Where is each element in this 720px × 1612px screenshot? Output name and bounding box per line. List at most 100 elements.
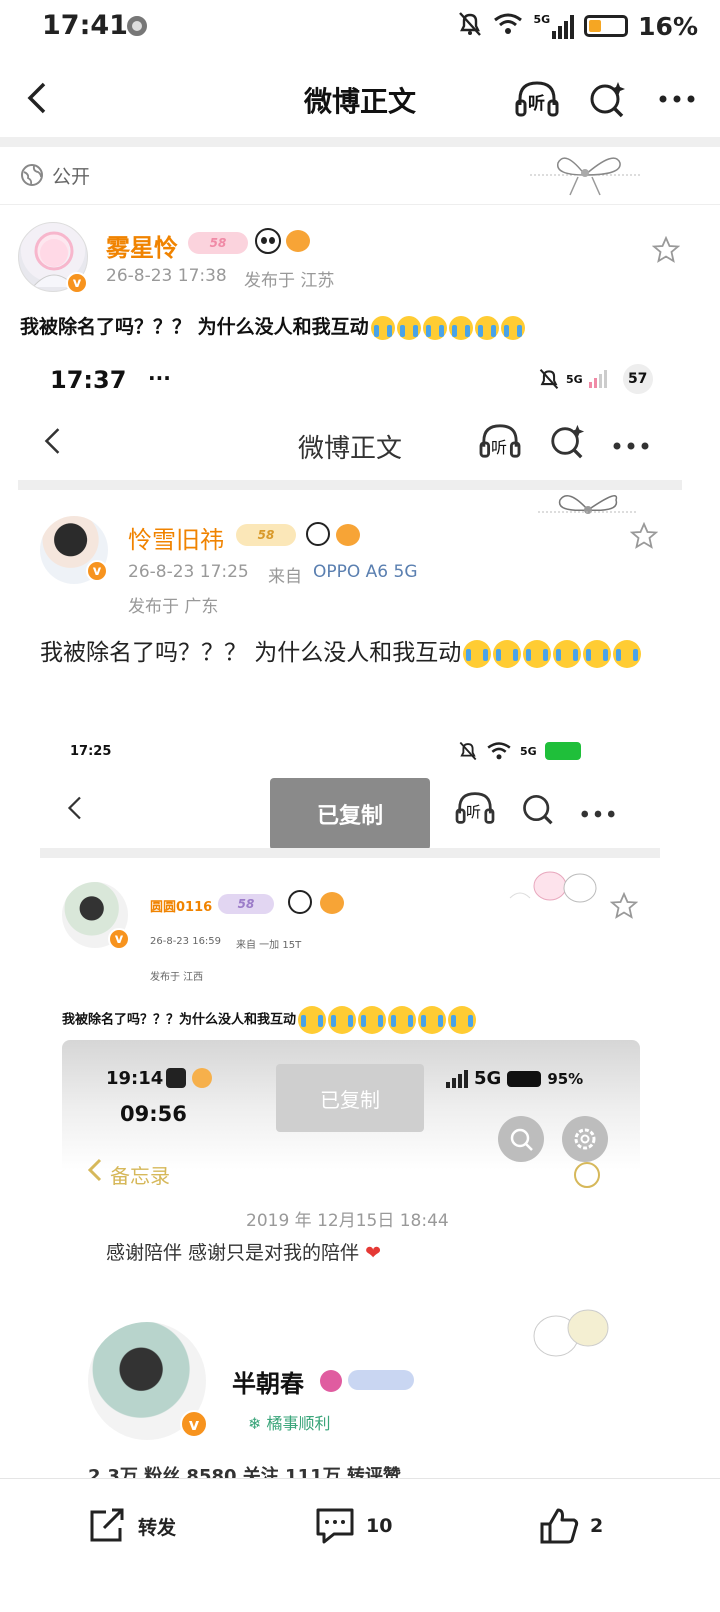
status-bar: 17:41 5G 16% (0, 0, 720, 56)
nested3-back-label: 备忘录 (110, 1164, 170, 1188)
nested2-network: 5G (520, 744, 537, 758)
nested2-time: 17:25 (70, 744, 112, 759)
repost-label: 转发 (138, 1516, 177, 1539)
nested3-overlay-buttons (498, 1116, 608, 1162)
nested2-sticker-icon (500, 858, 620, 914)
nested2-listen-label: 听 (466, 803, 482, 821)
nested-source-prefix: 来自 (268, 567, 302, 587)
crying-emoji-icon (523, 639, 552, 668)
music-app-icon (166, 1068, 186, 1088)
nested3-tag: ❄ 橘事顺利 (248, 1410, 331, 1434)
wifi-icon (493, 12, 523, 40)
listen-icon[interactable]: 听 (514, 76, 560, 122)
crying-emoji-icon (448, 1006, 477, 1034)
nested3-verified-icon: v (180, 1410, 208, 1438)
wifi-icon (487, 742, 511, 760)
crying-emoji-icon (493, 639, 522, 668)
crying-emoji-icon (553, 639, 582, 668)
nested-timestamp: 26-8-23 17:25 (128, 562, 249, 582)
crying-emoji-icon (388, 1006, 417, 1034)
network-label: 5G (533, 13, 551, 26)
nested2-battery-icon (544, 742, 581, 760)
nested2-status-right: 5G (458, 740, 581, 762)
nested3-note: 感谢陪伴 感谢只是对我的陪伴 ❤ (106, 1238, 381, 1265)
crying-emoji-icon (613, 639, 642, 668)
embedded-screenshot-3: 19:14 09:56 已复制 5G 95% 备忘录 2019 年 12月15日… (62, 1040, 640, 1480)
comment-button[interactable]: 10 (314, 1501, 392, 1551)
nested3-level-badge-icon (348, 1370, 414, 1390)
nested-network: 5G (566, 372, 583, 386)
nested2-search-icon (520, 790, 556, 830)
decorative-bow-icon (530, 149, 640, 199)
like-button[interactable]: 2 (538, 1501, 603, 1551)
post-body: 我被除名了吗？？？ 为什么没人和我互动 (20, 312, 525, 340)
repost-button[interactable]: 转发 (86, 1501, 176, 1551)
nested-signal-icon (588, 370, 607, 388)
nested2-nav-icons: 听 (454, 790, 616, 830)
nested3-date: 2019 年 12月15日 18:44 (246, 1211, 449, 1231)
battery-percent: 16% (638, 11, 698, 41)
star-icon[interactable] (651, 235, 681, 268)
screen: 17:41 5G 16% 微博正文 听 公开 v 雾星怜 58 26-8-23 … (0, 0, 720, 1612)
nested3-back-icon (86, 1158, 104, 1186)
crying-emoji-icon (396, 315, 421, 340)
author-name[interactable]: 雾星怜 (106, 228, 178, 263)
nested3-network: 5G (474, 1068, 502, 1089)
nested-nav-icons: 听 (478, 422, 650, 464)
nested-battery: 57 (622, 364, 653, 394)
visibility-row: 公开 (0, 147, 720, 205)
nested-location: 发布于 广东 (128, 597, 219, 617)
nested2-timestamp: 26-8-23 16:59 (150, 936, 222, 947)
nested3-signal-icon (446, 1069, 468, 1088)
nested-listen-label: 听 (491, 438, 508, 457)
like-count: 2 (590, 1515, 604, 1537)
nested-source: OPPO A6 5G (313, 562, 418, 582)
search-sparkle-icon[interactable] (584, 76, 630, 122)
status-right: 5G 16% (457, 8, 698, 44)
nav-bar: 微博正文 听 (0, 60, 720, 138)
nested-more-icon (612, 422, 650, 464)
nested3-author: 半朝春 (232, 1370, 304, 1398)
nested3-time2: 09:56 (120, 1102, 187, 1126)
status-time: 17:41 (42, 10, 128, 41)
nested2-verified-icon: v (108, 928, 130, 950)
nested2-location: 发布于 江西 (150, 972, 204, 983)
like-icon (540, 1508, 579, 1544)
post-location: 发布于 江苏 (244, 271, 335, 291)
nested-panda-icon (306, 522, 330, 546)
crying-emoji-icon (500, 315, 525, 340)
notification-dot-icon (127, 16, 147, 36)
crying-emoji-icon (370, 315, 395, 340)
nested-verified-icon: v (86, 560, 108, 582)
nested-fish-icon (336, 524, 360, 546)
crying-emoji-icon (418, 1006, 447, 1034)
crying-emoji-icon (358, 1006, 387, 1034)
listen-label: 听 (528, 94, 545, 114)
nested3-battery-icon (507, 1070, 542, 1087)
heart-icon: ❤ (365, 1242, 382, 1264)
nested2-level-badge: 58 (218, 894, 274, 914)
more-icon[interactable] (654, 76, 700, 122)
nested3-copied-toast: 已复制 (276, 1064, 424, 1132)
nested3-app-icons (166, 1068, 212, 1088)
divider (0, 137, 720, 147)
crying-emoji-icon (448, 315, 473, 340)
nested2-panda-icon (288, 890, 312, 914)
nested2-more-icon (580, 790, 616, 830)
nested-post-text: 我被除名了吗？？？ 为什么没人和我互动 (40, 640, 462, 666)
verified-badge-icon: v (66, 272, 88, 294)
globe-icon (20, 163, 44, 191)
nested2-author: 圆圆0116 (150, 900, 213, 915)
crying-emoji-icon (474, 315, 499, 340)
nested2-fish-icon (320, 892, 344, 914)
nested2-star-icon (609, 891, 639, 924)
nested2-divider (40, 848, 660, 858)
nested2-listen-icon: 听 (454, 790, 496, 830)
signal-icon: 5G (533, 13, 575, 39)
nested-status-right: 5G 57 (538, 364, 653, 394)
nested3-sticker-icon (520, 1302, 620, 1368)
crying-emoji-icon (298, 1006, 327, 1034)
nested3-tag-text: 橘事顺利 (266, 1414, 331, 1433)
nav-actions: 听 (514, 76, 700, 122)
nested3-stats: 2.3万 粉丝 8580 关注 111万 转评赞 (88, 1466, 401, 1478)
